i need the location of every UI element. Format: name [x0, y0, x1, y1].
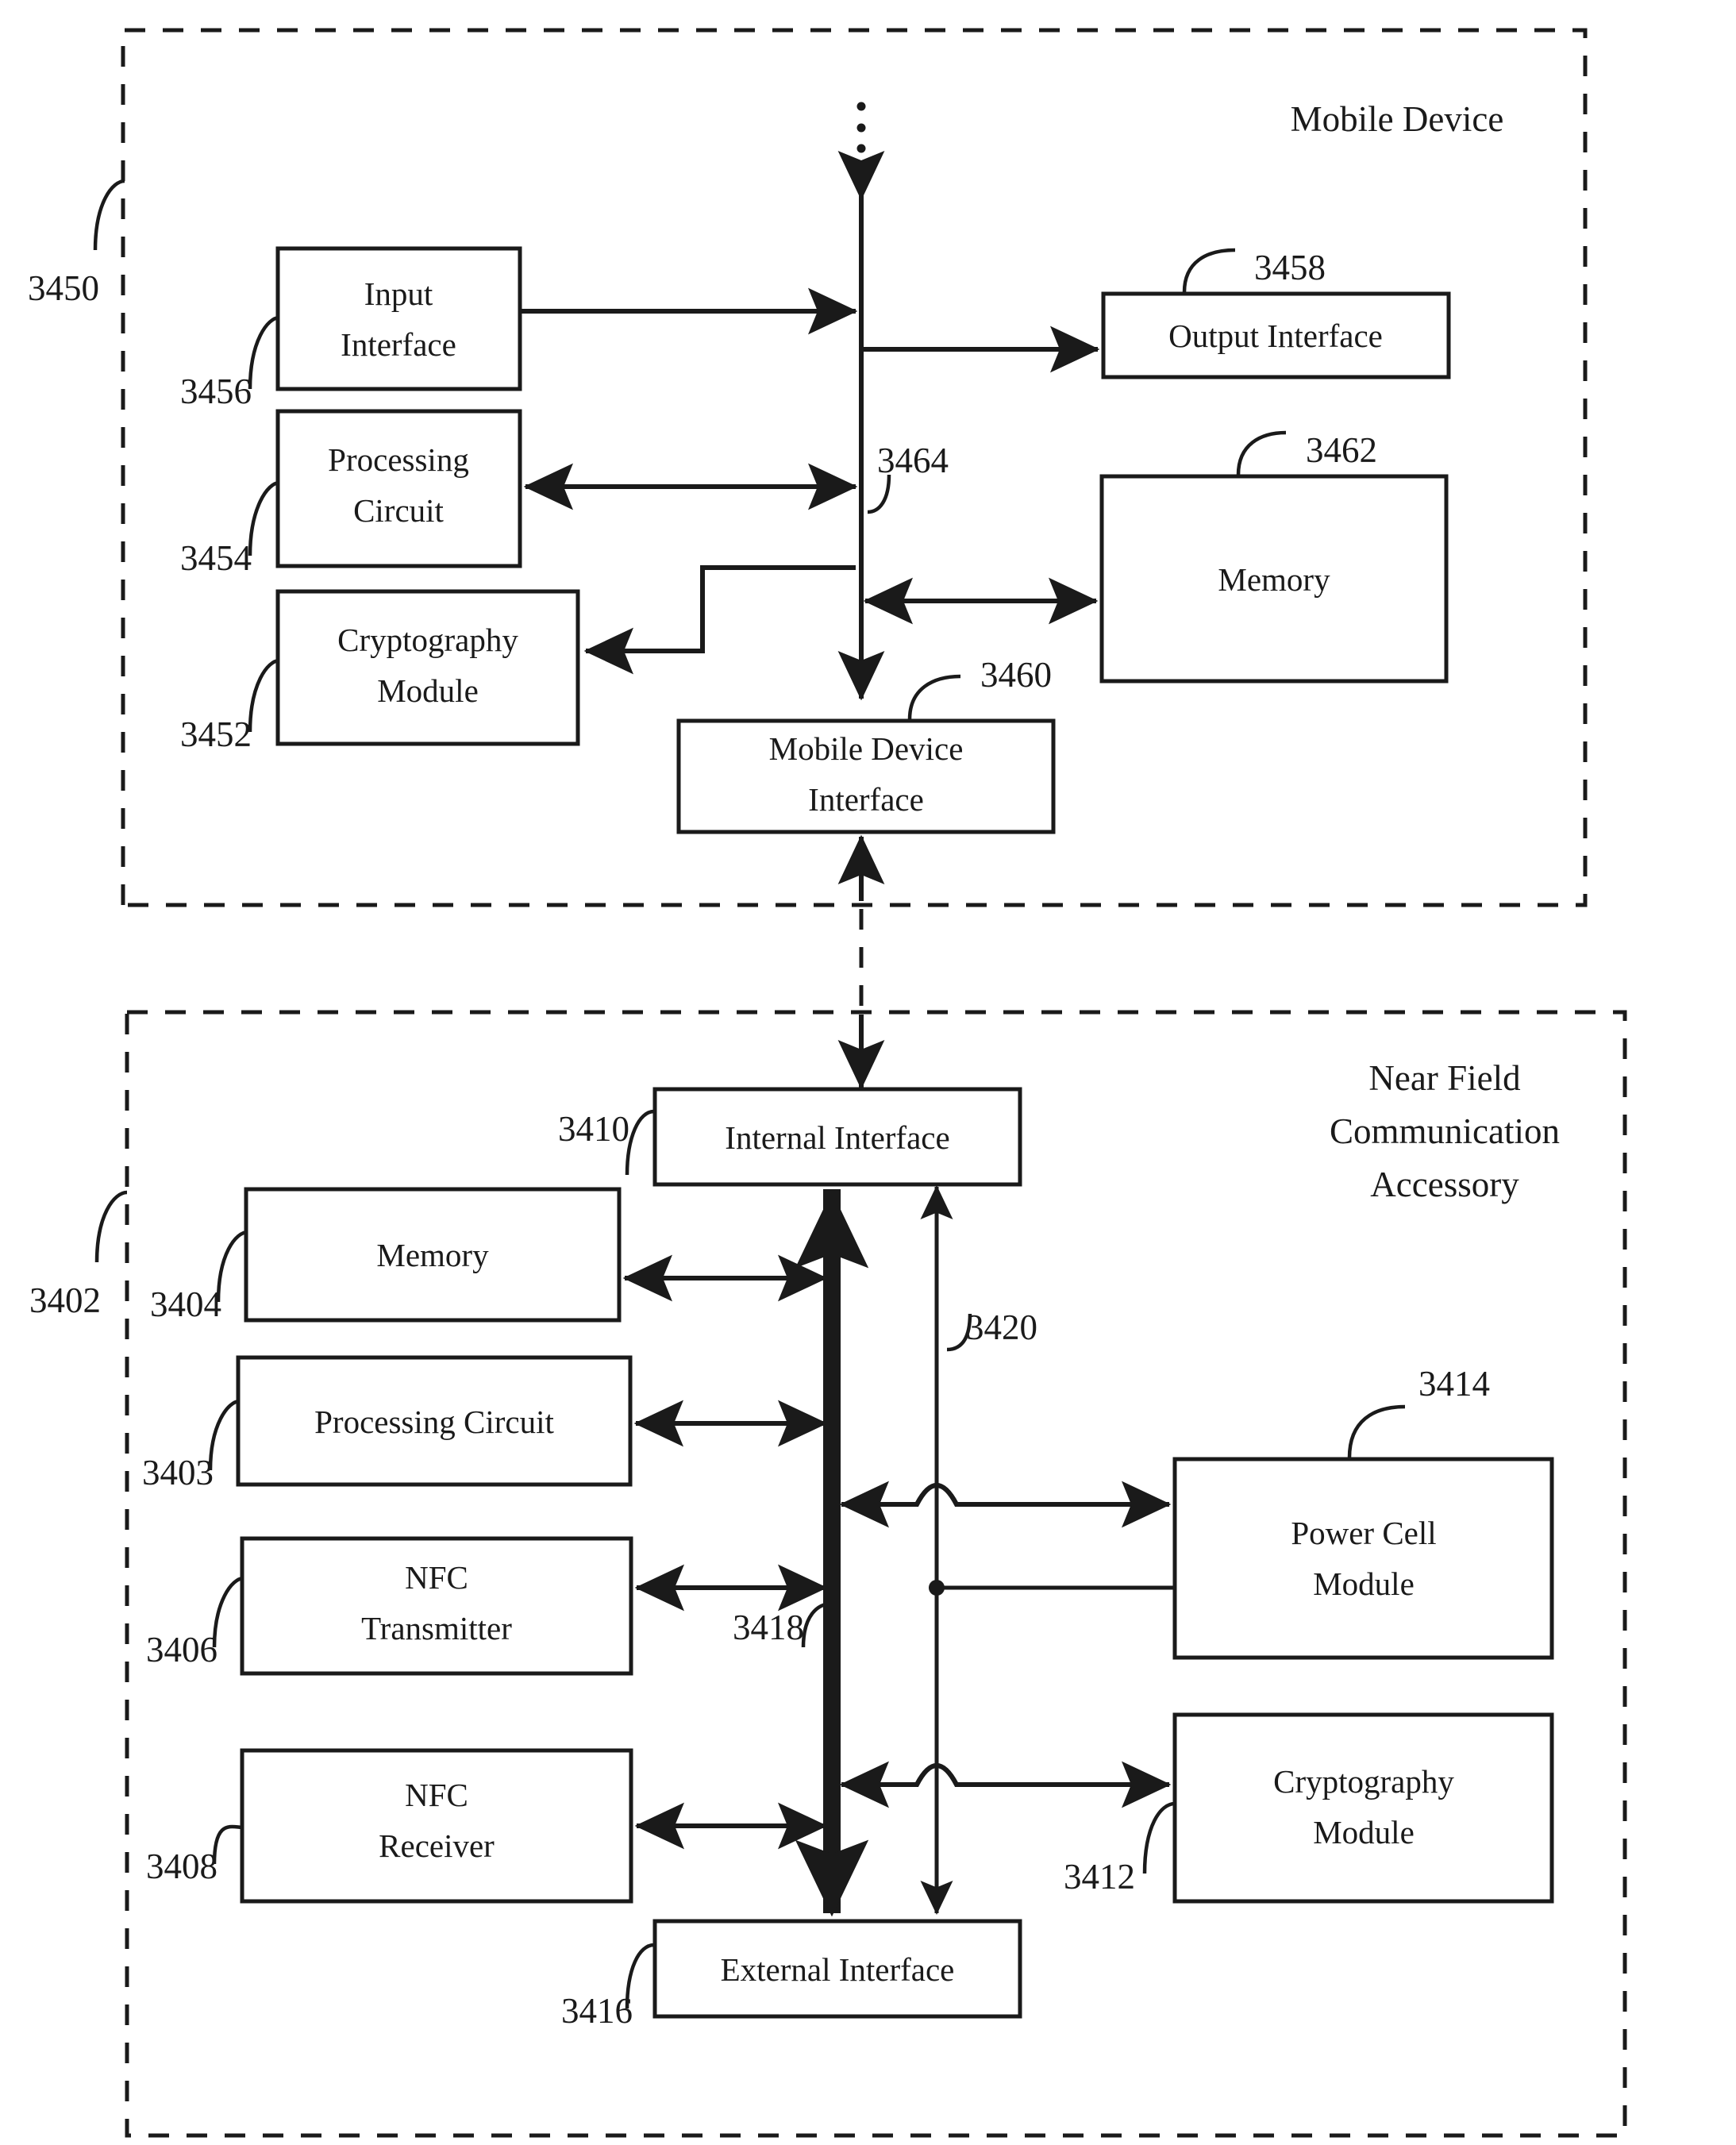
- section-title-nfc-line2: Communication: [1330, 1111, 1560, 1151]
- ref-3464: 3464: [877, 441, 949, 480]
- label-mobile-device-interface-2: Interface: [808, 781, 924, 818]
- label-external-interface: External Interface: [721, 1951, 955, 1988]
- label-output-interface: Output Interface: [1168, 318, 1383, 354]
- label-nfc-transmitter-2: Transmitter: [361, 1610, 512, 1646]
- ref-3412: 3412: [1064, 1857, 1135, 1897]
- label-processing-circuit-2: Circuit: [353, 492, 444, 529]
- label-power-cell-module-2: Module: [1313, 1565, 1415, 1602]
- label-memory-mobile: Memory: [1218, 561, 1330, 598]
- label-nfc-receiver-2: Receiver: [379, 1827, 495, 1864]
- ref-3420: 3420: [966, 1307, 1037, 1347]
- label-input-interface-2: Interface: [341, 326, 456, 363]
- ref-3452: 3452: [180, 714, 252, 754]
- ref-3410: 3410: [558, 1109, 629, 1149]
- label-mobile-device-interface-1: Mobile Device: [769, 730, 964, 767]
- ref-3418: 3418: [733, 1608, 804, 1647]
- section-title-mobile-device: Mobile Device: [1291, 99, 1504, 139]
- label-cryptography-module-nfc-1: Cryptography: [1273, 1763, 1454, 1800]
- label-memory-nfc: Memory: [376, 1237, 489, 1273]
- label-processing-circuit-nfc: Processing Circuit: [314, 1404, 554, 1440]
- ref-3414: 3414: [1418, 1364, 1490, 1404]
- label-nfc-receiver-1: NFC: [405, 1777, 468, 1813]
- patent-figure: Mobile Device Near Field Communication A…: [0, 0, 1736, 2145]
- ref-3402: 3402: [29, 1280, 101, 1320]
- label-internal-interface: Internal Interface: [725, 1119, 949, 1156]
- label-cryptography-module-1: Cryptography: [337, 622, 518, 658]
- ref-3460: 3460: [980, 655, 1052, 695]
- ref-3456: 3456: [180, 372, 252, 411]
- text-layer: Mobile Device Near Field Communication A…: [28, 99, 1560, 2031]
- ref-3462: 3462: [1306, 430, 1377, 470]
- label-power-cell-module-1: Power Cell: [1291, 1515, 1436, 1551]
- label-cryptography-module-2: Module: [377, 672, 479, 709]
- ref-3408: 3408: [146, 1847, 217, 1886]
- label-cryptography-module-nfc-2: Module: [1313, 1814, 1415, 1850]
- label-processing-circuit-1: Processing: [328, 441, 469, 478]
- ref-3403: 3403: [142, 1453, 214, 1492]
- ref-3404: 3404: [150, 1284, 221, 1324]
- label-input-interface-1: Input: [364, 275, 433, 312]
- section-title-nfc-line3: Accessory: [1370, 1165, 1519, 1204]
- label-nfc-transmitter-1: NFC: [405, 1559, 468, 1596]
- ref-3416: 3416: [561, 1991, 633, 2031]
- ref-3458: 3458: [1254, 248, 1326, 287]
- section-title-nfc-line1: Near Field: [1368, 1058, 1520, 1098]
- ref-3450: 3450: [28, 268, 99, 308]
- ref-3406: 3406: [146, 1630, 217, 1669]
- ref-3454: 3454: [180, 538, 252, 578]
